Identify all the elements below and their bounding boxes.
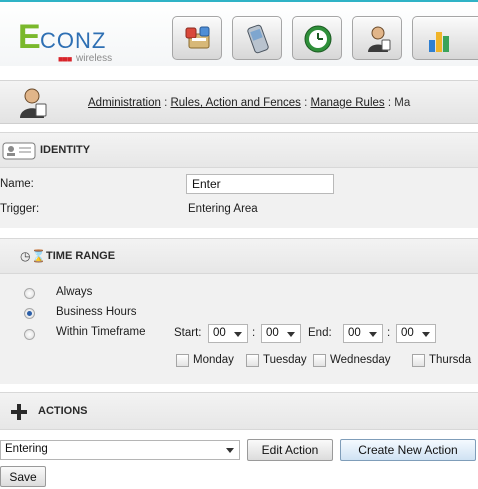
identity-panel: Name: Trigger: Entering Area (0, 168, 478, 228)
radio-business-hours[interactable] (24, 308, 35, 319)
bar-chart-icon (429, 32, 449, 52)
breadcrumb-bar: Administration : Rules, Action and Fence… (0, 80, 478, 124)
actions-section-header: ACTIONS (0, 392, 478, 430)
actions-panel: Entering Edit Action Create New Action S… (0, 430, 478, 489)
chevron-down-icon (369, 332, 377, 337)
checkbox-thursday[interactable] (412, 354, 425, 367)
end-hour-value: 00 (348, 327, 361, 339)
top-bar: E CONZ ■■■ wireless (0, 0, 478, 66)
start-minute-select[interactable]: 00 (261, 324, 301, 343)
radio-always[interactable] (24, 288, 35, 299)
time-range-section-header: ◷ ⌛ TIME RANGE (0, 238, 478, 274)
timer-icon: ⌛ (31, 249, 46, 263)
admin-person-icon (368, 26, 391, 52)
admin-app-button[interactable] (352, 16, 402, 60)
breadcrumb-link-manage-rules[interactable]: Manage Rules (310, 97, 384, 109)
checkbox-tuesday[interactable] (246, 354, 259, 367)
clock-icon (304, 25, 332, 53)
time-range-title: TIME RANGE (46, 250, 116, 262)
identity-section-header: IDENTITY (0, 132, 478, 168)
wednesday-label: Wednesday (330, 354, 391, 366)
identity-title: IDENTITY (40, 144, 91, 156)
trigger-label: Trigger: (0, 203, 40, 215)
option-within-timeframe-label: Within Timeframe (56, 326, 146, 338)
time-range-panel: Always Business Hours Within Timeframe S… (0, 274, 478, 384)
option-always-label: Always (56, 286, 93, 298)
start-hour-value: 00 (213, 327, 226, 339)
logo-brand: CONZ (40, 28, 107, 53)
edit-action-button[interactable]: Edit Action (247, 439, 333, 461)
actions-title: ACTIONS (38, 405, 88, 417)
clock-app-button[interactable] (292, 16, 342, 60)
device-app-button[interactable] (232, 16, 282, 60)
tools-icon (185, 26, 210, 49)
logo-dots: ■■■ (58, 54, 72, 64)
clock-icon: ◷ (20, 249, 31, 263)
logo-tagline: wireless (76, 53, 113, 64)
end-hour-select[interactable]: 00 (343, 324, 383, 343)
end-colon: : (387, 327, 391, 339)
admin-person-icon (20, 88, 47, 118)
breadcrumb: Administration : Rules, Action and Fence… (88, 97, 410, 109)
checkbox-monday[interactable] (176, 354, 189, 367)
breadcrumb-link-administration[interactable]: Administration (88, 97, 161, 109)
chevron-down-icon (287, 332, 295, 337)
chevron-down-icon (226, 448, 234, 453)
breadcrumb-link-rules-actions-fences[interactable]: Rules, Action and Fences (170, 97, 300, 109)
end-label: End: (308, 327, 332, 339)
name-label: Name: (0, 178, 34, 190)
econz-logo: E CONZ ■■■ wireless (18, 18, 158, 64)
checkbox-wednesday[interactable] (313, 354, 326, 367)
end-minute-select[interactable]: 00 (396, 324, 436, 343)
action-select[interactable]: Entering (0, 440, 240, 460)
reports-app-button[interactable] (412, 16, 478, 60)
action-select-value: Entering (5, 443, 48, 455)
start-minute-value: 00 (266, 327, 279, 339)
name-input[interactable] (186, 174, 334, 194)
breadcrumb-current: Ma (394, 97, 411, 109)
start-hour-select[interactable]: 00 (208, 324, 248, 343)
settings-app-button[interactable] (172, 16, 222, 60)
chevron-down-icon (422, 332, 430, 337)
option-business-hours-label: Business Hours (56, 306, 137, 318)
tuesday-label: Tuesday (263, 354, 307, 366)
trigger-value: Entering Area (188, 203, 258, 215)
plus-icon (11, 404, 27, 420)
breadcrumb-separator: : (384, 97, 395, 109)
start-colon: : (252, 327, 256, 339)
id-card-icon (2, 142, 36, 160)
chevron-down-icon (234, 332, 242, 337)
save-button[interactable]: Save (0, 466, 46, 487)
phone-icon (247, 24, 269, 54)
thursday-label: Thursda (429, 354, 472, 366)
end-minute-value: 00 (401, 327, 414, 339)
start-label: Start: (174, 327, 202, 339)
logo-mark: E (18, 18, 41, 56)
monday-label: Monday (193, 354, 234, 366)
create-new-action-button[interactable]: Create New Action (340, 439, 476, 461)
radio-within-timeframe[interactable] (24, 329, 35, 340)
